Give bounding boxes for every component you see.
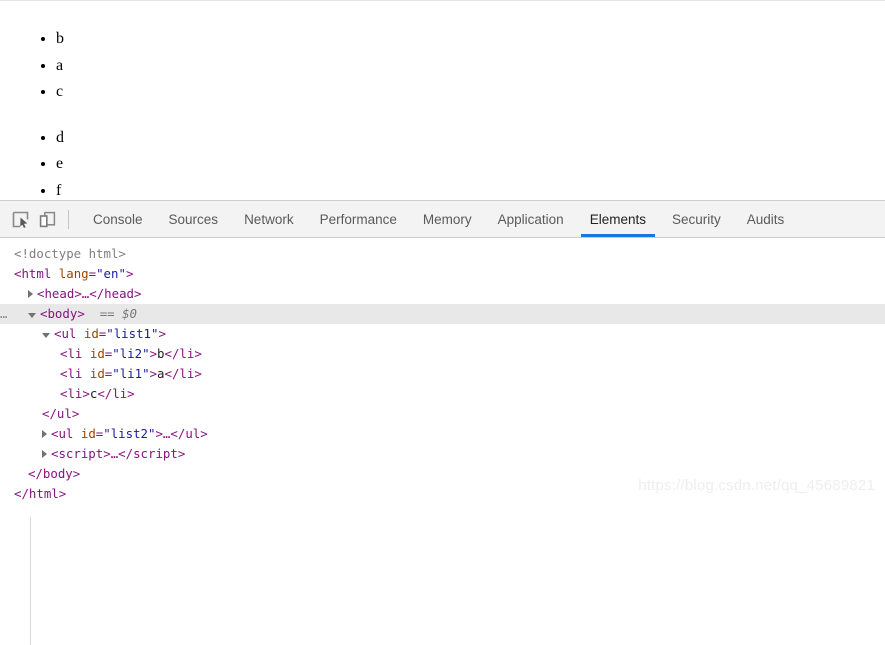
head-close-bracket: > <box>134 286 142 301</box>
ul1-close-bracket: > <box>158 326 166 341</box>
devtools-panel: Console Sources Network Performance Memo… <box>0 200 885 645</box>
dom-node-body[interactable]: … <body> == $0 <box>0 304 885 324</box>
tab-audits[interactable]: Audits <box>734 201 798 237</box>
list-item: a <box>56 53 885 80</box>
dom-node-html-closing[interactable]: </html> <box>0 484 885 504</box>
dom-node-ul1-closing[interactable]: </ul> <box>0 404 885 424</box>
rendered-list-2: d e f <box>0 125 885 201</box>
li3-closing-tag: </li> <box>97 386 135 401</box>
tab-console[interactable]: Console <box>80 201 156 237</box>
chevron-down-icon[interactable] <box>28 313 36 318</box>
devtools-toolbar: Console Sources Network Performance Memo… <box>0 201 885 238</box>
script-tag-name: script <box>58 446 104 461</box>
html-space <box>51 266 58 281</box>
ul2-close-bracket: > <box>200 426 208 441</box>
chevron-right-icon[interactable] <box>42 449 47 458</box>
body-tag-name: body <box>47 306 78 321</box>
dom-node-head[interactable]: <head>…</head> <box>0 284 885 304</box>
li1-text-content: b <box>157 346 165 361</box>
dom-tree-indent-guide <box>30 517 31 645</box>
rendered-list-1: b a c <box>0 26 885 106</box>
ul2-close-tag-name: ul <box>185 426 201 441</box>
dom-node-li-li1[interactable]: <li id="li1">a</li> <box>0 364 885 384</box>
body-closing-tag: </body> <box>28 466 81 481</box>
toolbar-divider <box>68 210 69 229</box>
dom-node-ul-list2[interactable]: <ul id="list2">…</ul> <box>0 424 885 444</box>
script-close-tag-name: script <box>133 446 178 461</box>
devtools-tool-icons <box>0 201 77 237</box>
tab-network[interactable]: Network <box>231 201 307 237</box>
tab-security[interactable]: Security <box>659 201 734 237</box>
li1-id-attr: id <box>89 346 105 361</box>
html-close-bracket: > <box>125 266 134 281</box>
node-overflow-ellipsis[interactable]: … <box>0 304 8 324</box>
list-item: f <box>56 178 885 201</box>
li2-id-value: "li1" <box>112 366 150 381</box>
body-close-bracket: > <box>77 306 85 321</box>
li1-closing-tag: </li> <box>164 346 202 361</box>
li1-close-bracket: > <box>149 346 158 361</box>
html-tag-name: html <box>21 266 52 281</box>
dom-node-li-c[interactable]: <li>c</li> <box>0 384 885 404</box>
tab-sources[interactable]: Sources <box>156 201 232 237</box>
dom-node-html[interactable]: <html lang="en"> <box>0 264 885 284</box>
li2-closing-tag: </li> <box>164 366 202 381</box>
dom-node-script[interactable]: <script>…</script> <box>0 444 885 464</box>
browser-page-viewport: b a c d e f <box>0 0 885 200</box>
li2-close-bracket: > <box>149 366 158 381</box>
devtools-tab-strip: Console Sources Network Performance Memo… <box>80 201 797 237</box>
dom-tree[interactable]: <!doctype html> <html lang="en"> <head>…… <box>0 238 885 504</box>
li2-id-attr: id <box>89 366 105 381</box>
tab-elements[interactable]: Elements <box>577 201 659 237</box>
tab-memory[interactable]: Memory <box>410 201 485 237</box>
chevron-right-icon[interactable] <box>42 429 47 438</box>
html-eq: = <box>88 266 97 281</box>
ul2-mid: >…</ <box>155 426 186 441</box>
list-item: c <box>56 79 885 106</box>
html-lang-value: "en" <box>96 266 126 281</box>
device-toolbar-icon[interactable] <box>34 206 61 232</box>
ul1-id-value: "list1" <box>106 326 159 341</box>
head-close-tag-name: head <box>104 286 134 301</box>
ul1-tag-name: ul <box>61 326 77 341</box>
script-close-bracket: > <box>177 446 186 461</box>
script-mid: >…</ <box>103 446 134 461</box>
inspect-element-icon[interactable] <box>7 206 34 232</box>
dom-node-doctype[interactable]: <!doctype html> <box>0 244 885 264</box>
selected-node-reference: == $0 <box>99 306 138 321</box>
head-tag-name: head <box>44 286 75 301</box>
html-closing-tag: </html> <box>14 486 67 501</box>
ul2-id-value: "list2" <box>103 426 156 441</box>
li1-id-value: "li2" <box>112 346 150 361</box>
html-lang-attr: lang <box>58 266 89 281</box>
head-mid: >…</ <box>74 286 105 301</box>
list-item: b <box>56 26 885 53</box>
list-item: e <box>56 151 885 178</box>
chevron-right-icon[interactable] <box>28 289 33 298</box>
ul2-tag-name: ul <box>58 426 74 441</box>
dom-node-ul-list1[interactable]: <ul id="list1"> <box>0 324 885 344</box>
dom-node-body-closing[interactable]: </body> <box>0 464 885 484</box>
li1-tag-name: li <box>67 346 83 361</box>
li3-open-tag: <li> <box>60 386 90 401</box>
doctype-text: <!doctype html> <box>14 246 126 261</box>
ul1-closing-tag: </ul> <box>42 406 80 421</box>
ul2-id-attr: id <box>80 426 96 441</box>
tab-performance[interactable]: Performance <box>307 201 410 237</box>
list-item: d <box>56 125 885 152</box>
dom-node-li-li2[interactable]: <li id="li2">b</li> <box>0 344 885 364</box>
tab-application[interactable]: Application <box>485 201 577 237</box>
ul1-id-attr: id <box>83 326 99 341</box>
li2-text-content: a <box>157 366 165 381</box>
chevron-down-icon[interactable] <box>42 333 50 338</box>
li2-tag-name: li <box>67 366 83 381</box>
